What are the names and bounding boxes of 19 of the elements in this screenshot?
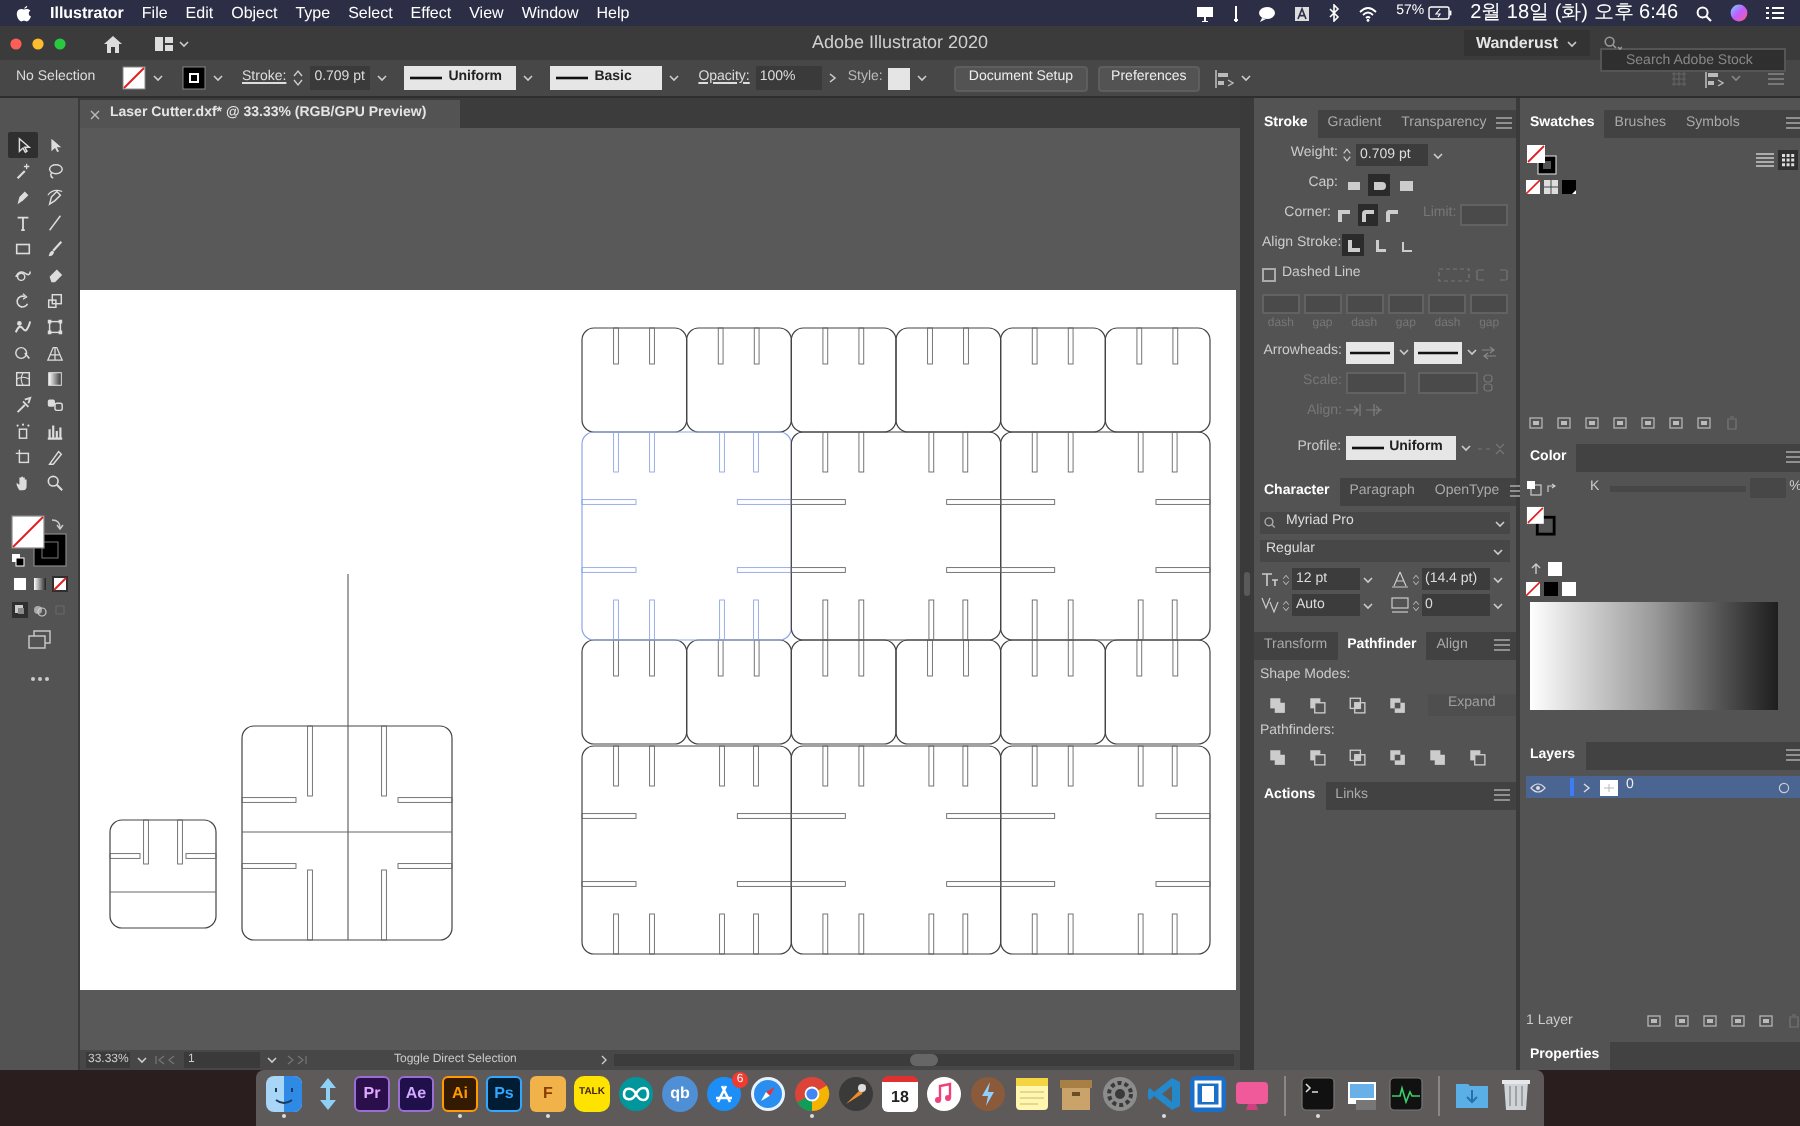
menu-item[interactable]: Object xyxy=(231,1,278,25)
menu-item[interactable]: Type xyxy=(295,1,331,25)
menu-item[interactable]: Window xyxy=(521,1,579,25)
window-title: Adobe Illustrator 2020 xyxy=(809,29,991,56)
menu-item[interactable]: File xyxy=(141,1,168,25)
dock-app-button[interactable]: Ae xyxy=(398,1076,434,1112)
dock-app-button[interactable]: Pr xyxy=(354,1076,390,1112)
menubar-clock[interactable]: 2월 18일 (화) 오후 6:46 xyxy=(1470,0,1678,26)
menu-item[interactable]: View xyxy=(469,1,504,25)
menu-item[interactable]: Help xyxy=(596,1,630,25)
dock-app-button[interactable]: Ai xyxy=(442,1076,478,1112)
dock-app-button[interactable]: 18 xyxy=(882,1076,918,1112)
app-menu[interactable]: Illustrator xyxy=(50,1,124,25)
menu-item[interactable]: Select xyxy=(348,1,393,25)
menu-item[interactable]: Edit xyxy=(185,1,214,25)
dock-app-button[interactable]: F xyxy=(530,1076,566,1112)
dock-app-button[interactable]: Ps xyxy=(486,1076,522,1112)
menu-item[interactable]: Effect xyxy=(410,1,452,25)
workspace-switcher[interactable]: Wanderust xyxy=(1463,30,1590,56)
